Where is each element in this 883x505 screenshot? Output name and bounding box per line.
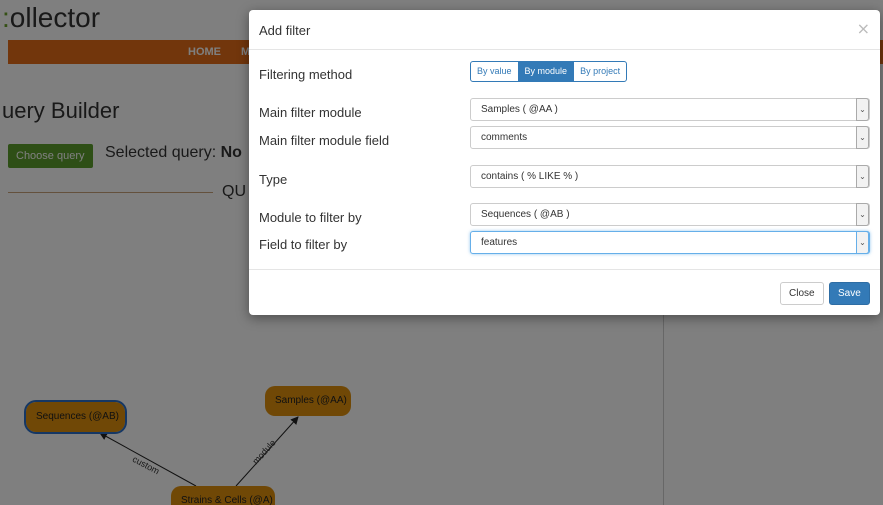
filtering-method-toggle: By value By module By project [470, 61, 628, 82]
type-label: Type [259, 172, 288, 187]
close-button[interactable]: Close [780, 282, 824, 305]
main-filter-module-field-select[interactable]: comments ⌄ [470, 126, 870, 149]
field-to-filter-by-select[interactable]: features ⌄ [470, 231, 870, 254]
add-filter-dialog: Add filter × Filtering method By value B… [249, 10, 880, 315]
modal-header: Add filter × [249, 10, 880, 50]
main-filter-module-field-label: Main filter module field [259, 133, 390, 148]
module-to-filter-by-value: Sequences ( @AB ) [481, 209, 570, 220]
filtering-method-label: Filtering method [259, 67, 353, 82]
main-filter-module-field-value: comments [481, 132, 528, 143]
main-filter-module-value: Samples ( @AA ) [481, 104, 558, 115]
type-value: contains ( % LIKE % ) [481, 171, 579, 182]
by-project-button[interactable]: By project [573, 61, 628, 82]
module-to-filter-by-select[interactable]: Sequences ( @AB ) ⌄ [470, 203, 870, 226]
chevron-down-icon[interactable]: ⌄ [856, 126, 869, 149]
main-filter-module-select[interactable]: Samples ( @AA ) ⌄ [470, 98, 870, 121]
chevron-down-icon[interactable]: ⌄ [856, 98, 869, 121]
main-filter-module-label: Main filter module [259, 105, 362, 120]
modal-footer: Close Save [249, 269, 880, 315]
by-value-button[interactable]: By value [470, 61, 519, 82]
type-select[interactable]: contains ( % LIKE % ) ⌄ [470, 165, 870, 188]
field-to-filter-by-value: features [481, 237, 518, 248]
modal-title: Add filter [259, 23, 311, 38]
chevron-down-icon[interactable]: ⌄ [856, 203, 869, 226]
by-module-button[interactable]: By module [517, 61, 575, 82]
save-button[interactable]: Save [829, 282, 870, 305]
module-to-filter-by-label: Module to filter by [259, 210, 362, 225]
field-to-filter-by-label: Field to filter by [259, 237, 348, 252]
close-icon[interactable]: × [857, 19, 870, 38]
chevron-down-icon[interactable]: ⌄ [856, 231, 869, 254]
chevron-down-icon[interactable]: ⌄ [856, 165, 869, 188]
